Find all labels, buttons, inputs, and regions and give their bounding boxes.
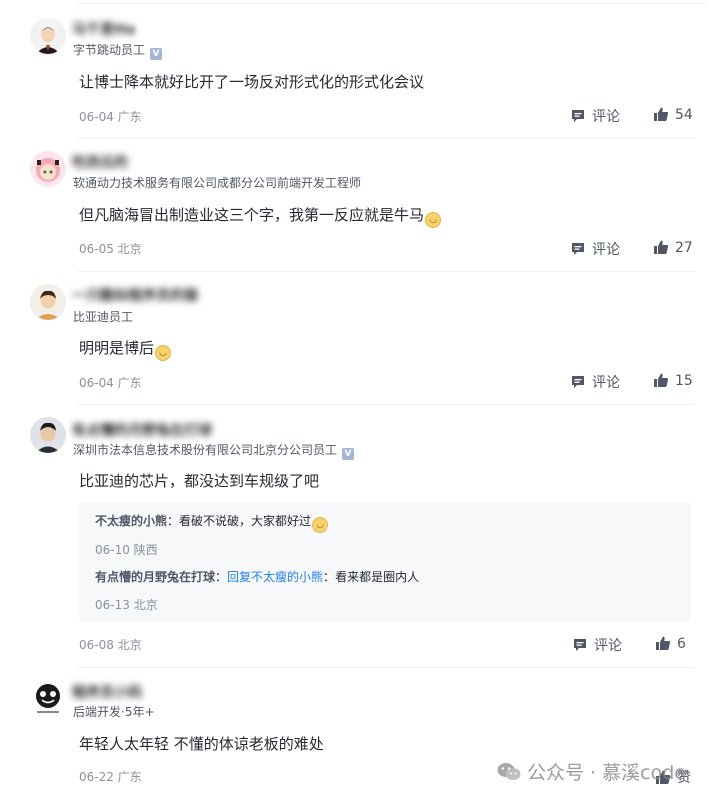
avatar[interactable] (30, 417, 66, 453)
user-job: 后端开发·5年+ (73, 705, 155, 719)
like-count: 15 (675, 373, 693, 389)
comment-meta: 06-08 北京 (79, 638, 142, 652)
avatar[interactable] (30, 151, 66, 187)
verified-badge-icon: V (150, 48, 163, 60)
watermark: 公众号 · 慕溪code (497, 758, 686, 785)
comment-meta: 06-22 广东 (79, 770, 142, 784)
comment-button-label: 评论 (592, 375, 620, 391)
comment-meta: 06-04 广东 (79, 110, 142, 124)
reply-sep: ： (167, 514, 180, 528)
thumbs-up-icon (654, 240, 669, 254)
emoji-icon: ◡ (312, 517, 329, 533)
like-count: 27 (675, 240, 693, 256)
like-button[interactable]: 15 (653, 372, 693, 389)
avatar[interactable] (30, 284, 66, 320)
comment-text: 明明是博后 ◡ (79, 337, 172, 361)
reply-item: 有点懵的月野兔在打球：回复不太瘦的小熊：看来都是圈内人 (95, 568, 419, 585)
comment-icon (572, 110, 584, 122)
divider (78, 667, 695, 668)
thumbs-up-icon (654, 373, 669, 387)
username[interactable]: 一只酷似程序员的猫 (72, 285, 198, 305)
username[interactable]: 马千里Ha (72, 19, 135, 39)
divider (78, 271, 695, 272)
comment-icon (572, 243, 584, 255)
user-job-text: 字节跳动员工 (73, 43, 146, 57)
user-job: 比亚迪员工 (73, 310, 134, 324)
reply-meta: 06-10 陕西 (95, 543, 158, 557)
comment-meta: 06-04 广东 (79, 376, 142, 390)
like-button[interactable]: 27 (653, 239, 693, 256)
reply-item: 不太瘦的小熊：看破不说破，大家都好过 ◡ (95, 512, 329, 533)
reply-text: 看破不说破，大家都好过 (179, 514, 312, 528)
reply-sep: ： (323, 570, 336, 584)
reply-to-link[interactable]: 回复不太瘦的小熊 (227, 570, 323, 584)
thumbs-up-icon (656, 636, 671, 650)
comment-meta: 06-05 北京 (79, 242, 142, 256)
like-count: 54 (675, 107, 693, 123)
top-divider (78, 3, 707, 4)
comment-button-label: 评论 (592, 242, 620, 258)
username[interactable]: 有点懵的月野兔在打球 (72, 420, 212, 440)
comment-text: 让博士降本就好比开了一场反对形式化的形式化会议 (79, 73, 425, 91)
wechat-icon (497, 763, 521, 780)
reply-author[interactable]: 有点懵的月野兔在打球 (95, 570, 215, 584)
verified-badge-icon: V (342, 448, 355, 460)
comment-button[interactable]: 评论 (570, 372, 620, 392)
comment-text: 比亚迪的芯片，都没达到车规级了吧 (79, 472, 320, 490)
comment-button-label: 评论 (592, 109, 620, 125)
reply-sep: ： (215, 570, 228, 584)
comment-icon (572, 376, 584, 388)
avatar[interactable] (30, 680, 66, 716)
divider (78, 404, 695, 405)
emoji-icon: ◡ (425, 212, 442, 228)
comment-text: 但凡脑海冒出制造业这三个字，我第一反应就是牛马 ◡ (79, 204, 442, 228)
like-count: 6 (677, 636, 686, 652)
emoji-icon: ◡ (155, 345, 172, 361)
comment-text: 年轻人太年轻 不懂的体谅老板的难处 (79, 735, 324, 753)
reply-list: 不太瘦的小熊：看破不说破，大家都好过 ◡ 06-10 陕西 有点懵的月野兔在打球：… (79, 502, 691, 622)
watermark-text: 公众号 · 慕溪code (527, 762, 686, 784)
comment-button[interactable]: 评论 (572, 635, 622, 655)
username[interactable]: 程序员小码 (72, 682, 142, 702)
comment-text-body: 明明是博后 (79, 339, 155, 357)
user-job: 软通动力技术服务有限公司成都分公司前端开发工程师 (73, 176, 362, 190)
comment-icon (574, 639, 586, 651)
comment-button[interactable]: 评论 (570, 106, 620, 126)
reply-author[interactable]: 不太瘦的小熊 (95, 514, 167, 528)
thumbs-up-icon (654, 107, 669, 121)
like-button[interactable]: 54 (653, 106, 693, 123)
user-job: 字节跳动员工 V (73, 41, 163, 60)
user-job-text: 深圳市法本信息技术股份有限公司北京分公司员工 (73, 443, 338, 457)
reply-meta: 06-13 北京 (95, 598, 158, 612)
divider (78, 138, 695, 139)
username[interactable]: 吃西瓜的 (72, 152, 128, 172)
like-button[interactable]: 6 (655, 635, 686, 652)
comment-text-body: 但凡脑海冒出制造业这三个字，我第一反应就是牛马 (79, 206, 425, 224)
user-job: 深圳市法本信息技术股份有限公司北京分公司员工 V (73, 441, 355, 460)
comment-button-label: 评论 (594, 638, 622, 654)
comment-button[interactable]: 评论 (570, 239, 620, 259)
reply-text: 看来都是圈内人 (335, 570, 420, 584)
avatar[interactable] (30, 18, 66, 54)
